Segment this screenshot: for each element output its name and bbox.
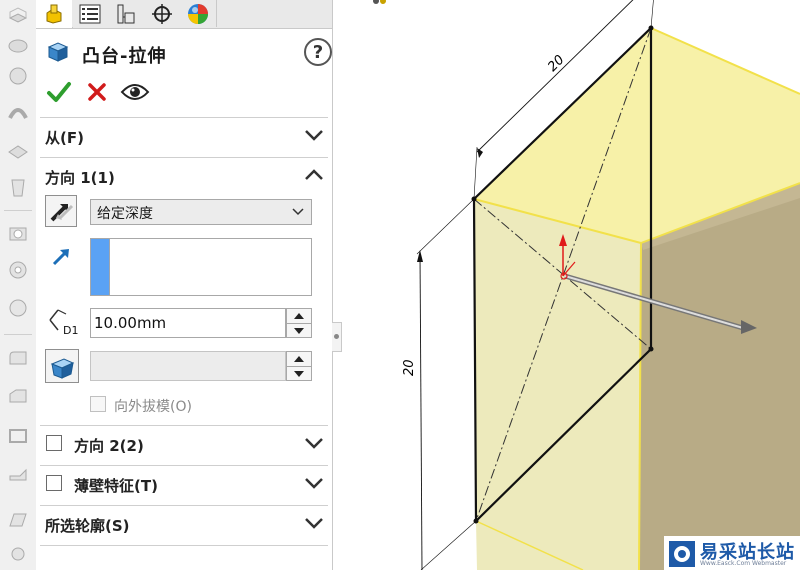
revolve-boss-icon[interactable]	[6, 34, 30, 58]
draft-icon	[50, 358, 75, 379]
draft-spin-up	[287, 352, 311, 366]
watermark-subtext: Www.Easck.Com Webmaster	[700, 560, 787, 567]
draft-outward-checkbox	[90, 396, 106, 412]
feature-tree-icon	[46, 4, 62, 24]
depth-spin-up[interactable]	[287, 309, 311, 323]
section-direction1-label: 方向 1(1)	[45, 169, 115, 187]
shell-icon[interactable]	[6, 424, 30, 448]
draft-spinner	[286, 351, 312, 381]
section-direction2-label: 方向 2(2)	[74, 437, 144, 455]
draft-spin-down	[287, 366, 311, 381]
rib-icon[interactable]	[6, 462, 30, 486]
end-condition-value: 给定深度	[97, 206, 153, 222]
watermark: 易采站长站 Www.Easck.Com Webmaster	[664, 536, 800, 570]
list-icon	[79, 4, 101, 23]
tab-display[interactable]	[180, 0, 217, 27]
sweep-cut-icon[interactable]	[6, 296, 30, 320]
watermark-logo-icon	[669, 541, 695, 567]
extrude-boss-feature-icon	[47, 42, 69, 62]
depth-spinner[interactable]	[286, 308, 312, 338]
chevron-down-icon	[305, 478, 323, 489]
panel-tabs	[36, 0, 332, 29]
draft-outward-option: 向外拔模(O)	[90, 394, 290, 416]
direction-vector-icon	[52, 249, 69, 266]
section-selected-contours[interactable]: 所选轮廓(S)	[36, 506, 332, 542]
thin-feature-checkbox[interactable]	[46, 475, 62, 491]
fillet-icon[interactable]	[6, 346, 30, 370]
dimension-label-left[interactable]: 20	[402, 359, 417, 376]
chevron-up-icon	[305, 169, 323, 180]
dimension-label-top[interactable]: 20	[545, 53, 567, 75]
ok-check-icon[interactable]	[46, 80, 72, 104]
appearance-ball-icon	[188, 3, 208, 24]
panel-collapse-grip[interactable]	[332, 322, 342, 352]
sweep-boss-icon[interactable]	[6, 64, 30, 88]
draft-icon[interactable]	[6, 508, 30, 532]
spin-up-icon	[294, 313, 304, 319]
end-condition-select[interactable]: 给定深度	[90, 199, 312, 225]
question-icon: ?	[312, 41, 324, 63]
help-button[interactable]: ?	[304, 38, 332, 66]
chamfer-icon[interactable]	[6, 384, 30, 408]
section-from[interactable]: 从(F)	[36, 118, 332, 154]
crosshair-icon	[152, 3, 172, 24]
configuration-icon	[117, 4, 135, 23]
draft-outward-label: 向外拔模(O)	[114, 399, 192, 415]
extrude-cut-icon[interactable]	[6, 222, 30, 246]
tab-configuration[interactable]	[108, 0, 145, 27]
draft-angle-input	[90, 351, 286, 381]
depth-icon-label: D1	[63, 324, 78, 336]
depth-dimension-icon: D1	[49, 309, 78, 336]
direction-reference-list[interactable]	[90, 238, 312, 296]
direction2-checkbox[interactable]	[46, 435, 62, 451]
section-thin-feature-label: 薄壁特征(T)	[74, 477, 158, 495]
extrude-boss-icon[interactable]	[6, 4, 30, 28]
revolve-cut-icon[interactable]	[6, 258, 30, 282]
chevron-down-icon	[305, 518, 323, 529]
spin-up-icon	[294, 356, 304, 362]
graphics-viewport[interactable]: 20 20	[343, 0, 800, 570]
section-direction1[interactable]: 方向 1(1)	[36, 158, 332, 194]
feature-title: 凸台-拉伸	[82, 46, 167, 67]
tab-properties[interactable]	[72, 0, 109, 27]
chevron-down-icon	[292, 208, 304, 216]
section-from-label: 从(F)	[45, 129, 84, 147]
hole-wizard-icon[interactable]	[6, 542, 30, 566]
cancel-x-icon[interactable]	[84, 80, 110, 104]
boundary-boss-icon[interactable]	[6, 140, 30, 164]
reverse-direction-icon	[50, 204, 74, 222]
depth-spin-down[interactable]	[287, 323, 311, 338]
section-thin-feature[interactable]: 薄壁特征(T)	[36, 466, 332, 502]
preview-eye-icon[interactable]	[120, 80, 150, 104]
loft-boss-icon[interactable]	[6, 100, 30, 124]
tab-dimxpert[interactable]	[144, 0, 181, 27]
selection-indicator	[91, 239, 109, 295]
spin-down-icon	[294, 328, 304, 334]
spin-down-icon	[294, 371, 304, 377]
thicken-icon[interactable]	[6, 176, 30, 200]
section-selected-contours-label: 所选轮廓(S)	[45, 517, 130, 535]
property-manager-panel: 凸台-拉伸 ? 从(F) 方向 1(1) 给定深度 D1 10.00mm 向外拔…	[36, 0, 333, 570]
section-direction2[interactable]: 方向 2(2)	[36, 426, 332, 462]
depth-input[interactable]	[90, 308, 286, 338]
action-buttons	[46, 80, 166, 104]
feature-toolbar-strip	[0, 0, 37, 570]
feature-title-row: 凸台-拉伸 ?	[46, 38, 332, 68]
chevron-down-icon	[305, 438, 323, 449]
draft-toggle-button[interactable]	[45, 349, 79, 383]
tab-property-manager[interactable]	[36, 0, 73, 28]
reverse-direction-button[interactable]	[45, 195, 77, 227]
chevron-down-icon	[305, 130, 323, 141]
dimension-line-left	[419, 253, 423, 570]
